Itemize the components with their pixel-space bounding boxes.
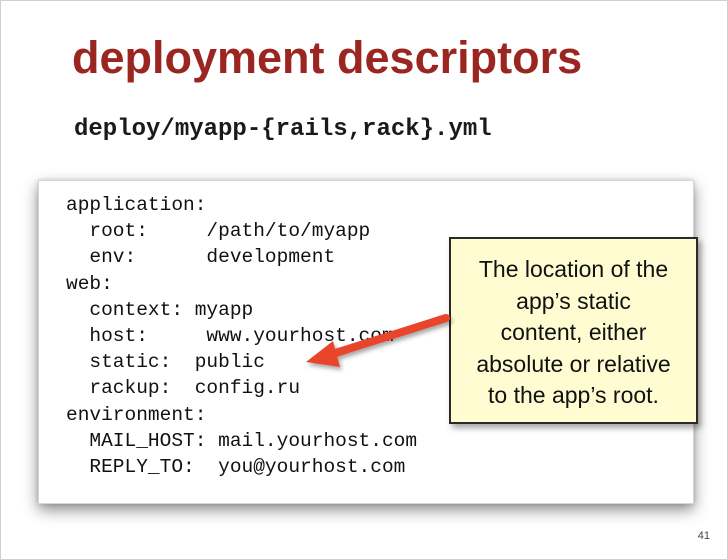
callout-line: The location of the xyxy=(478,256,669,282)
code-line: MAIL_HOST: mail.yourhost.com xyxy=(66,429,418,452)
slide-title: deployment descriptors xyxy=(72,32,583,83)
code-line: host: www.yourhost.com xyxy=(66,324,394,347)
callout-line: app’s static xyxy=(516,287,631,314)
code-block: application: root: /path/to/myapp env: d… xyxy=(66,192,417,480)
code-line: static: public xyxy=(66,351,265,374)
slide-subtitle: deploy/myapp-{rails,rack}.yml xyxy=(74,116,492,143)
callout-line: content, either xyxy=(500,319,647,345)
page-number: 41 xyxy=(697,530,710,542)
code-line: application: xyxy=(66,194,207,216)
code-line: context: myapp xyxy=(66,298,254,321)
callout-line: to the app’s root. xyxy=(488,382,659,408)
code-line: web: xyxy=(66,272,113,295)
code-line: env: development xyxy=(66,246,336,269)
code-line: rackup: config.ru xyxy=(66,377,301,400)
callout-line: absolute or relative xyxy=(476,350,671,377)
code-line: environment: xyxy=(66,403,207,426)
code-line: root: /path/to/myapp xyxy=(66,220,371,243)
callout-note: The location of the app’s static content… xyxy=(449,237,698,424)
code-line: REPLY_TO: you@yourhost.com xyxy=(66,455,406,478)
